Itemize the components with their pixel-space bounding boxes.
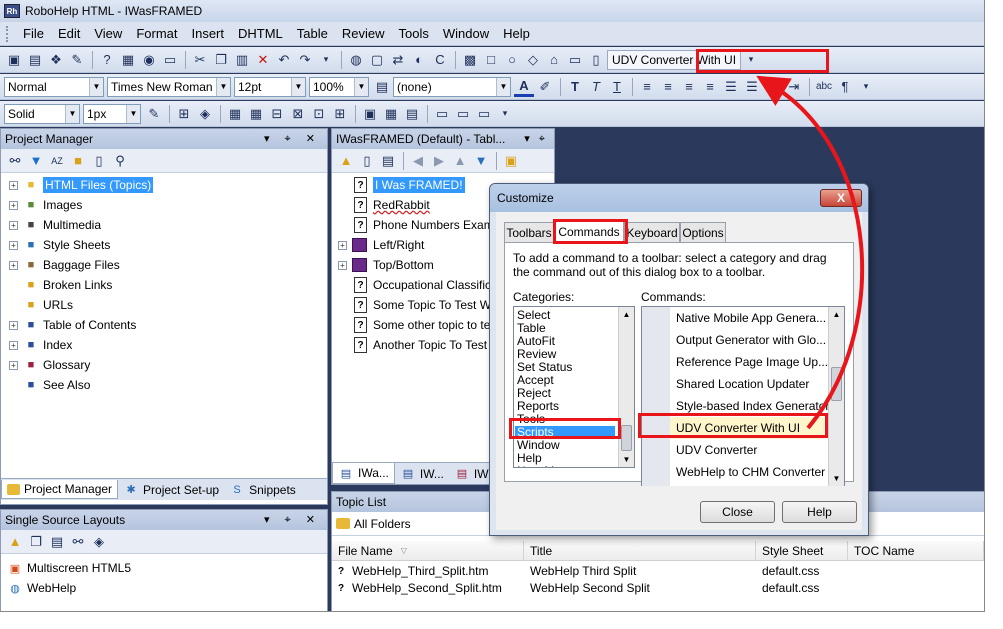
drag-arrow [756,75,865,430]
torn-edge-right [985,0,1003,629]
torn-edge-bottom [0,612,1003,629]
robohelp-window: Rh RoboHelp HTML - IWasFRAMED File Edit … [0,0,985,612]
